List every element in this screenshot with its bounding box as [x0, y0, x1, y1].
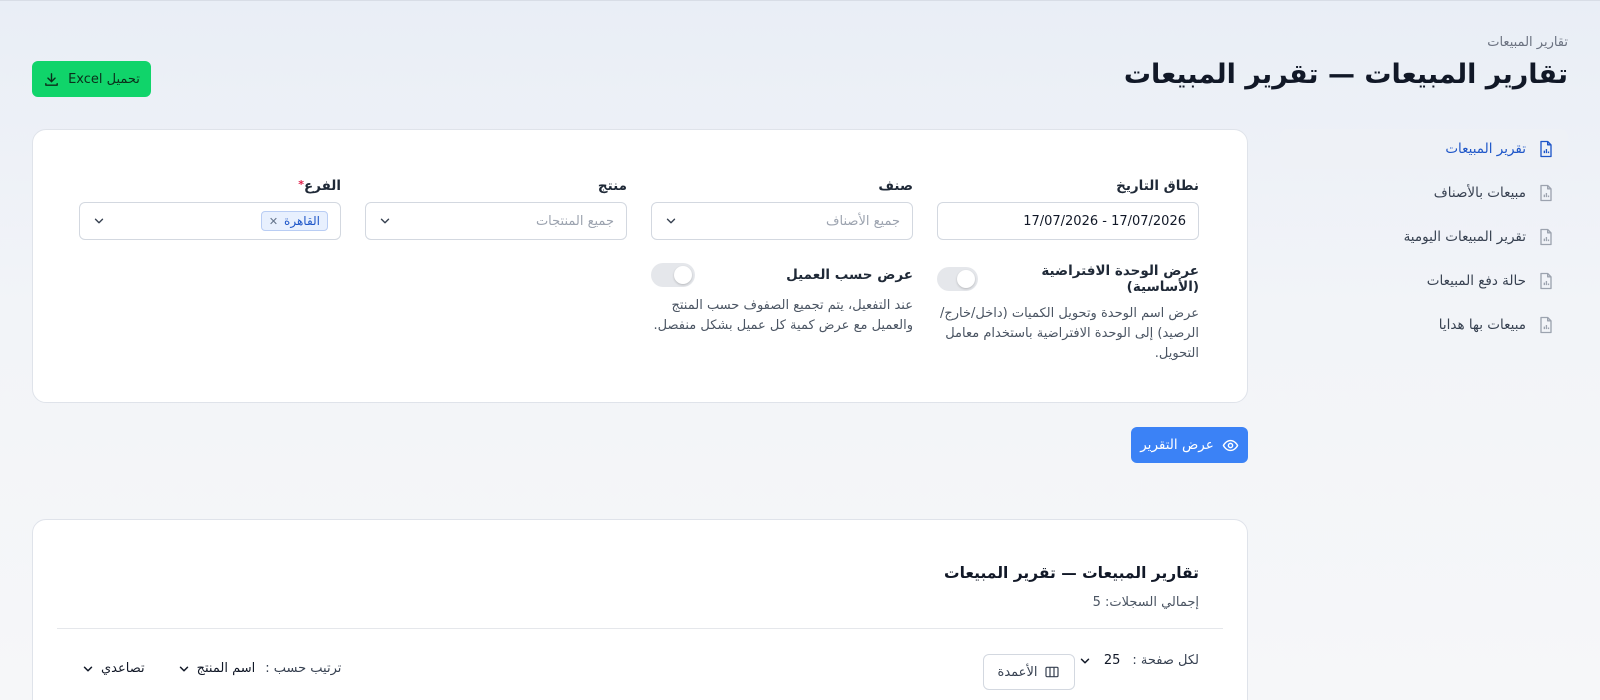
sidebar-item-label: تقرير المبيعات — [1445, 141, 1526, 157]
download-excel-button[interactable]: تحميل Excel — [32, 61, 151, 97]
by-customer-toggle[interactable] — [651, 263, 695, 287]
date-range-input[interactable]: 17/07/2026 - 17/07/2026 — [937, 202, 1199, 240]
breadcrumb[interactable]: تقارير المبيعات — [1487, 35, 1568, 50]
chevron-down-icon — [666, 218, 676, 224]
product-select[interactable]: جميع المنتجات — [365, 202, 627, 240]
chevron-down-icon — [380, 218, 390, 224]
chevron-down-icon — [94, 218, 104, 224]
results-title: تقارير المبيعات — تقرير المبيعات — [944, 564, 1199, 582]
sidebar-item-label: مبيعات بها هدايا — [1438, 317, 1526, 333]
category-label: صنف — [878, 178, 913, 194]
chip-remove-icon[interactable]: ✕ — [269, 215, 278, 228]
report-file-icon — [1540, 228, 1552, 246]
report-file-icon — [1540, 272, 1552, 290]
chevron-down-icon[interactable] — [1078, 654, 1092, 668]
sidebar-item-sales-with-gifts[interactable]: مبيعات بها هدايا — [1280, 305, 1568, 345]
by-customer-description: عند التفعيل، يتم تجميع الصفوف حسب المنتج… — [653, 298, 914, 333]
sidebar-item-sales-by-category[interactable]: مبيعات بالأصناف — [1280, 173, 1568, 213]
category-select[interactable]: جميع الأصناف — [651, 202, 913, 240]
eye-icon — [1222, 439, 1239, 451]
sort-field-value: اسم المنتج — [196, 661, 256, 676]
default-unit-toggle[interactable] — [937, 267, 979, 291]
columns-icon — [1045, 666, 1060, 678]
sidebar-item-label: تقرير المبيعات اليومية — [1403, 229, 1526, 245]
report-file-icon — [1540, 316, 1552, 334]
category-field: صنف جميع الأصناف — [651, 178, 913, 240]
date-range-field: نطاق التاريخ 17/07/2026 - 17/07/2026 — [937, 178, 1199, 240]
per-page-value[interactable]: 25 — [1104, 653, 1121, 668]
per-page-control: لكل صفحة : 25 — [1078, 653, 1199, 668]
date-range-label: نطاق التاريخ — [1116, 178, 1199, 194]
branch-chip: القاهرة ✕ — [260, 211, 328, 231]
report-file-icon — [1540, 184, 1552, 202]
sort-field-select[interactable]: اسم المنتج — [177, 661, 256, 676]
page-title: تقارير المبيعات — تقرير المبيعات — [1123, 59, 1568, 90]
show-report-label: عرض التقرير — [1140, 437, 1214, 453]
branch-chip-label: القاهرة — [284, 214, 320, 228]
columns-label: الأعمدة — [997, 664, 1038, 680]
branch-label: الفرع* — [298, 178, 341, 194]
sidebar-item-label: حالة دفع المبيعات — [1426, 273, 1526, 289]
per-page-label: لكل صفحة : — [1132, 653, 1199, 668]
product-placeholder: جميع المنتجات — [535, 213, 614, 229]
download-icon — [45, 72, 58, 86]
chevron-down-icon — [83, 665, 93, 672]
date-range-value: 17/07/2026 - 17/07/2026 — [1023, 213, 1186, 229]
download-excel-label: تحميل Excel — [68, 71, 140, 87]
columns-button[interactable]: الأعمدة — [983, 654, 1075, 690]
branch-select[interactable]: القاهرة ✕ — [79, 202, 341, 240]
sidebar-item-label: مبيعات بالأصناف — [1433, 185, 1526, 201]
sort-order-select[interactable]: تصاعدي — [81, 661, 145, 676]
product-field: منتج جميع المنتجات — [365, 178, 627, 240]
results-card: تقارير المبيعات — تقرير المبيعات إجمالي … — [32, 519, 1248, 700]
default-unit-description: عرض اسم الوحدة وتحويل الكميات (داخل/خارج… — [939, 306, 1199, 361]
chevron-down-icon — [179, 665, 188, 672]
divider — [57, 628, 1223, 629]
category-placeholder: جميع الأصناف — [826, 213, 900, 229]
branch-field: الفرع* القاهرة ✕ — [79, 178, 341, 240]
records-count: إجمالي السجلات: 5 — [1092, 595, 1199, 610]
sidebar-item-payment-status[interactable]: حالة دفع المبيعات — [1280, 261, 1568, 301]
sort-control: ترتيب حسب : اسم المنتج تصاعدي — [81, 661, 341, 676]
report-sidebar: تقرير المبيعات مبيعات بالأصناف تقرير الم… — [1280, 129, 1568, 349]
default-unit-toggle-block: عرض الوحدة الافتراضية (الأساسية) عرض اسم… — [937, 263, 1199, 364]
sort-label: ترتيب حسب : — [265, 661, 342, 676]
by-customer-toggle-block: عرض حسب العميل عند التفعيل، يتم تجميع ال… — [651, 263, 913, 336]
product-label: منتج — [597, 178, 627, 194]
sidebar-item-daily-sales[interactable]: تقرير المبيعات اليومية — [1280, 217, 1568, 257]
filters-card: نطاق التاريخ 17/07/2026 - 17/07/2026 صنف… — [32, 129, 1248, 403]
sort-order-value: تصاعدي — [101, 661, 145, 676]
show-report-button[interactable]: عرض التقرير — [1131, 427, 1248, 463]
sidebar-item-sales-report[interactable]: تقرير المبيعات — [1280, 129, 1568, 169]
by-customer-toggle-label: عرض حسب العميل — [786, 267, 913, 283]
report-file-icon — [1540, 140, 1552, 158]
default-unit-toggle-label: عرض الوحدة الافتراضية (الأساسية) — [1041, 263, 1199, 295]
